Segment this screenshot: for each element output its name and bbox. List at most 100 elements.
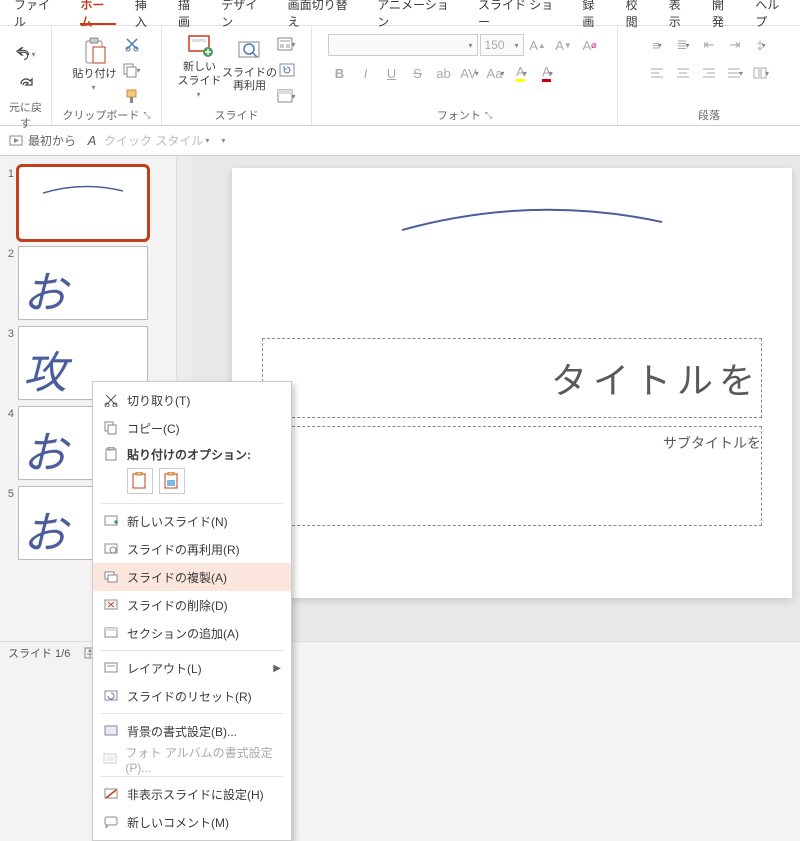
paste-option-picture[interactable] [159,468,185,494]
thumbnail[interactable]: お [18,246,148,320]
title-placeholder[interactable]: タイトルを [262,338,762,418]
comment-icon [103,814,119,830]
slide-thumb-1[interactable]: 1 [0,166,176,240]
paste-icon [103,446,119,462]
ribbon: ▾ 元に戻す 貼り付け ▾ ▾ [0,26,800,126]
italic-button[interactable]: I [354,62,378,84]
ctx-label: 貼り付けのオプション: [127,446,251,463]
ctx-label: 背景の書式設定(B)... [127,723,237,740]
ctx-add-section[interactable]: セクションの追加(A) [93,619,291,647]
ctx-reuse-slide[interactable]: スライドの再利用(R) [93,535,291,563]
shadow-button[interactable]: ab [432,62,456,84]
slide-number: 5 [4,486,14,500]
ctx-copy[interactable]: コピー(C) [93,414,291,442]
ctx-cut[interactable]: 切り取り(T) [93,386,291,414]
section-icon [103,625,119,641]
ctx-paste-options-row [93,466,291,500]
tab-file[interactable]: ファイル [4,0,70,25]
status-slide-indicator[interactable]: スライド 1/6 [8,645,70,661]
align-right-button[interactable] [697,62,721,84]
ctx-new-comment[interactable]: 新しいコメント(M) [93,808,291,836]
group-paragraph: ≡▾ ≣▾ ⇤ ⇥ ‡▾ ▾ ▾ 段落 [618,26,800,125]
strike-button[interactable]: S [406,62,430,84]
group-undo-label: 元に戻す [6,107,45,123]
redo-button[interactable] [16,73,36,93]
ctx-separator [101,713,283,714]
undo-button[interactable]: ▾ [16,45,36,65]
ctx-label: コピー(C) [127,420,180,437]
ctx-delete-slide[interactable]: スライドの削除(D) [93,591,291,619]
tab-review[interactable]: 校閲 [616,0,659,25]
subtitle-placeholder[interactable]: サブタイトルを [262,426,762,526]
char-spacing-button[interactable]: AV▾ [458,62,482,84]
reset-slide-button[interactable] [277,60,297,80]
group-slides-label: スライド [215,107,259,123]
ctx-label: 非表示スライドに設定(H) [127,786,264,803]
tab-design[interactable]: デザイン [211,0,277,25]
quick-style-button[interactable]: A クイック スタイル ▾ [84,132,209,149]
tab-draw[interactable]: 描画 [168,0,211,25]
menu-bar: ファイル ホーム 挿入 描画 デザイン 画面切り替え アニメーション スライド … [0,0,800,26]
ctx-separator [101,503,283,504]
from-beginning-button[interactable]: 最初から [8,132,76,149]
tab-help[interactable]: ヘルプ [745,0,800,25]
tab-slideshow[interactable]: スライド ショー [468,0,572,25]
tab-animations[interactable]: アニメーション [367,0,468,25]
align-left-button[interactable] [645,62,669,84]
tab-developer[interactable]: 開発 [702,0,745,25]
font-family-combo[interactable]: ▾ [328,34,478,56]
dialog-launcher-icon[interactable]: ⤡ [485,110,492,121]
change-case-button[interactable]: Aa▾ [484,62,508,84]
layout-button[interactable]: ▾ [277,34,297,54]
justify-button[interactable]: ▾ [723,62,747,84]
decrease-font-button[interactable]: A▼ [552,34,576,56]
ctx-duplicate-slide[interactable]: スライドの複製(A) [93,563,291,591]
tab-view[interactable]: 表示 [659,0,702,25]
reuse-slides-label: スライドの 再利用 [222,67,277,93]
paste-button[interactable]: 貼り付け ▾ [72,30,118,100]
submenu-arrow-icon: ▶ [273,663,281,674]
new-slide-button[interactable]: 新しい スライド ▾ [177,30,223,100]
dialog-launcher-icon[interactable]: ⤡ [143,110,150,121]
new-slide-icon [186,31,214,59]
toolbar-overflow-button[interactable]: ▾ [221,136,225,145]
font-size-combo[interactable]: 150▾ [480,34,524,56]
increase-indent-button[interactable]: ⇥ [723,34,747,56]
decrease-indent-button[interactable]: ⇤ [697,34,721,56]
format-painter-button[interactable] [122,86,142,106]
reuse-slides-button[interactable]: スライドの 再利用 [227,30,273,100]
slide-thumb-2[interactable]: 2 お [0,246,176,320]
columns-button[interactable]: ▾ [749,62,773,84]
ctx-format-background[interactable]: 背景の書式設定(B)... [93,717,291,745]
cut-button[interactable] [122,34,142,54]
hide-slide-icon [103,786,119,802]
secondary-toolbar: 最初から A クイック スタイル ▾ ▾ [0,126,800,156]
bold-button[interactable]: B [328,62,352,84]
slide-stage[interactable]: タイトルを サブタイトルを [232,168,792,598]
tab-record[interactable]: 録画 [572,0,615,25]
tab-transitions[interactable]: 画面切り替え [278,0,368,25]
align-center-button[interactable] [671,62,695,84]
ctx-reset-slide[interactable]: スライドのリセット(R) [93,682,291,710]
increase-font-button[interactable]: A▲ [526,34,550,56]
paste-option-dest-theme[interactable] [127,468,153,494]
ctx-new-slide[interactable]: 新しいスライド(N) [93,507,291,535]
font-highlight-button[interactable]: A▾ [510,62,534,84]
reuse-slides-icon [236,37,264,65]
bullets-button[interactable]: ≡▾ [645,34,669,56]
slide-number: 4 [4,406,14,420]
line-spacing-button[interactable]: ‡▾ [749,34,773,56]
section-button[interactable]: ▾ [277,86,297,106]
clear-format-button[interactable]: A⌀ [578,34,602,56]
group-clipboard-label: クリップボード⤡ [62,107,150,123]
copy-button[interactable]: ▾ [122,60,142,80]
ctx-hide-slide[interactable]: 非表示スライドに設定(H) [93,780,291,808]
numbering-button[interactable]: ≣▾ [671,34,695,56]
ctx-layout[interactable]: レイアウト(L) ▶ [93,654,291,682]
group-paragraph-label: 段落 [698,107,720,123]
font-color-button[interactable]: A▾ [536,62,560,84]
thumbnail[interactable] [18,166,148,240]
tab-insert[interactable]: 挿入 [125,0,168,25]
tab-home[interactable]: ホーム [70,0,124,25]
underline-button[interactable]: U [380,62,404,84]
